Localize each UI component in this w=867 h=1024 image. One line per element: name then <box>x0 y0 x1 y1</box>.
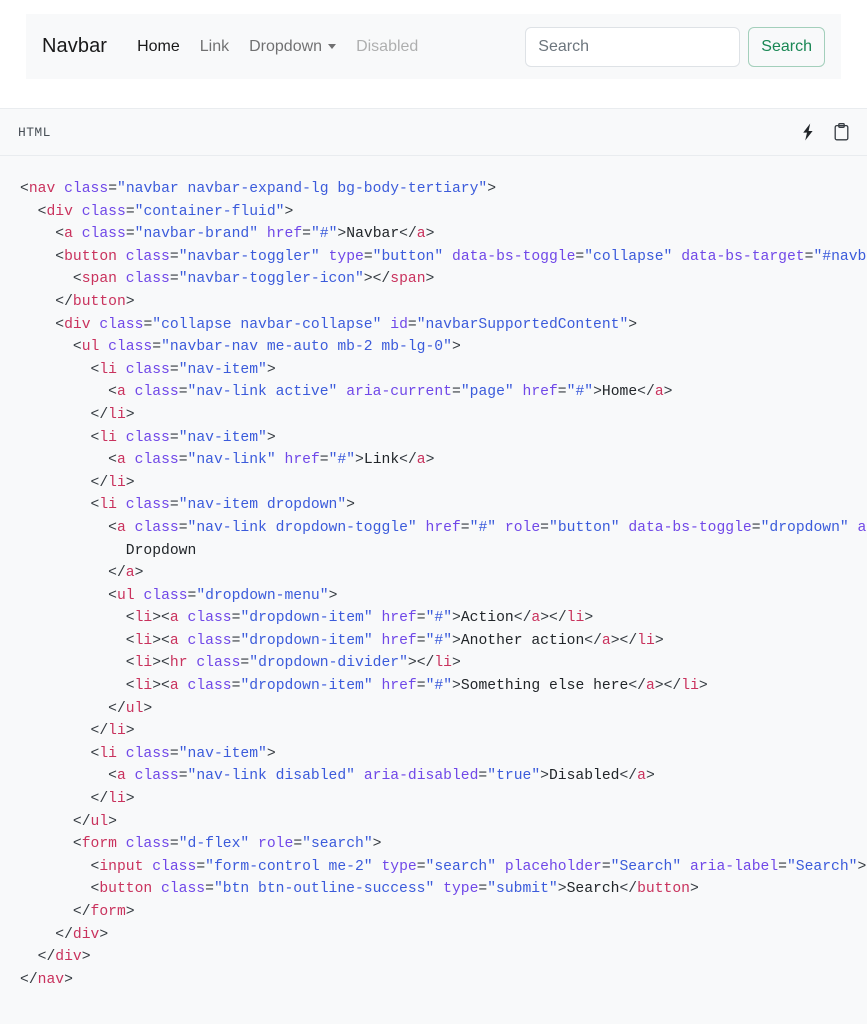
navbar-nav: Home Link Dropdown Disabled <box>127 30 428 64</box>
nav-item-home: Home <box>127 30 190 64</box>
code-line: <a class="nav-link active" aria-current=… <box>20 384 673 401</box>
code-line: </ul> <box>20 813 117 830</box>
code-line: </ul> <box>20 700 153 717</box>
code-panel: HTML <nav class="navbar navbar-expand-lg… <box>0 108 867 1024</box>
code-line: </div> <box>20 949 91 966</box>
code-panel-actions <box>800 123 849 141</box>
nav-link-link[interactable]: Link <box>190 30 239 64</box>
code-body[interactable]: <nav class="navbar navbar-expand-lg bg-b… <box>0 156 867 1024</box>
nav-link-home[interactable]: Home <box>127 30 190 64</box>
code-line: <nav class="navbar navbar-expand-lg bg-b… <box>20 181 497 197</box>
code-line: </div> <box>20 926 109 943</box>
code-line: <a class="navbar-brand" href="#">Navbar<… <box>20 226 435 243</box>
navbar-brand[interactable]: Navbar <box>42 35 107 58</box>
nav-link-dropdown[interactable]: Dropdown <box>239 30 346 64</box>
code-line: <a class="nav-link" href="#">Link</a> <box>20 452 435 469</box>
code-line: <ul class="dropdown-menu"> <box>20 587 338 604</box>
code-line: <button class="btn btn-outline-success" … <box>20 881 699 898</box>
code-line: </li> <box>20 474 135 491</box>
nav-item-link: Link <box>190 30 239 64</box>
code-line: <span class="navbar-toggler-icon"></span… <box>20 271 435 288</box>
code-line: </button> <box>20 293 135 310</box>
code-line: <ul class="navbar-nav me-auto mb-2 mb-lg… <box>20 339 461 356</box>
navbar: Navbar Home Link Dropdown Disabled Searc… <box>26 14 841 79</box>
code-line: Dropdown <box>20 542 197 559</box>
search-input[interactable] <box>525 26 741 67</box>
code-line: <li class="nav-item"> <box>20 745 276 762</box>
code-line: </nav> <box>20 971 73 988</box>
nav-link-disabled: Disabled <box>356 37 419 55</box>
code-line: </li> <box>20 406 135 423</box>
code-panel-header: HTML <box>0 109 867 156</box>
code-line: </li> <box>20 723 135 740</box>
code-line: <li><a class="dropdown-item" href="#">Ac… <box>20 610 594 627</box>
nav-item-dropdown: Dropdown <box>239 30 346 64</box>
navbar-search-form: Search <box>525 26 825 67</box>
code-line: <li class="nav-item"> <box>20 429 276 446</box>
code-line: <li><hr class="dropdown-divider"></li> <box>20 655 461 672</box>
code-line: </form> <box>20 904 135 920</box>
code-line: <button class="navbar-toggler" type="but… <box>20 248 867 265</box>
clipboard-icon[interactable] <box>834 123 849 141</box>
code-line: <input class="form-control me-2" type="s… <box>20 858 867 875</box>
code-line: <li class="nav-item dropdown"> <box>20 497 356 514</box>
code-line: </li> <box>20 791 135 808</box>
code-language-label: HTML <box>18 124 51 140</box>
code-line: </a> <box>20 565 144 582</box>
search-button[interactable]: Search <box>748 26 825 67</box>
code-line: <li><a class="dropdown-item" href="#">So… <box>20 678 708 695</box>
navbar-preview-region: Navbar Home Link Dropdown Disabled Searc… <box>0 0 867 108</box>
nav-link-dropdown-label: Dropdown <box>249 37 323 55</box>
code-block[interactable]: <nav class="navbar navbar-expand-lg bg-b… <box>0 178 867 991</box>
lightning-icon[interactable] <box>800 123 816 141</box>
code-line: <div class="collapse navbar-collapse" id… <box>20 316 638 333</box>
nav-item-disabled: Disabled <box>346 30 428 64</box>
code-line: <a class="nav-link dropdown-toggle" href… <box>20 519 867 536</box>
code-line: <li><a class="dropdown-item" href="#">An… <box>20 632 664 649</box>
code-line: <div class="container-fluid"> <box>20 203 294 220</box>
code-line: <a class="nav-link disabled" aria-disabl… <box>20 768 655 785</box>
code-line: <li class="nav-item"> <box>20 361 276 378</box>
code-line: <form class="d-flex" role="search"> <box>20 836 382 853</box>
chevron-down-icon <box>328 44 337 49</box>
